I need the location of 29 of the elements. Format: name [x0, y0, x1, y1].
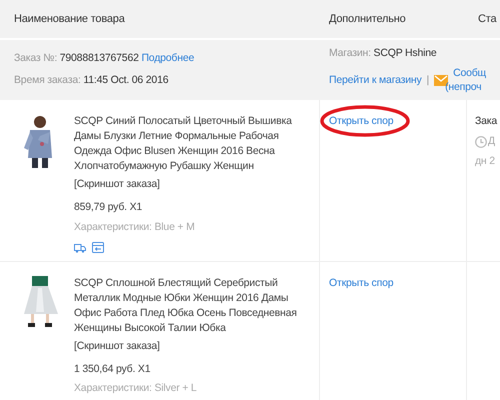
order-number-label: Заказ №: — [14, 52, 58, 64]
price: 1 350,64 руб. X1 — [74, 362, 152, 376]
countdown-days: дн 2 — [475, 154, 500, 170]
product-title[interactable]: SCQP Синий Полосатый Цветочный Вышивка Дамы Блузки Летние Формальные Рабочая Одежда Офис Blusen Женщин 2016 Весна Хлопчатобумажную Рубашку Женщин — [74, 114, 318, 174]
column-header: Наименование товара — [13, 12, 126, 27]
column-header: Ста — [477, 12, 498, 27]
screenshot-link[interactable]: [Скриншот заказа] — [74, 177, 318, 192]
product-title[interactable]: SCQP Сплошной Блестящий Серебристый Металлик Модные Юбки Женщин 2016 Дамы Офис Работа Плед Юбка Осень Повседневная Женщины Высокой Талии Юбка — [74, 276, 318, 336]
separator: | — [426, 72, 430, 88]
status-text: Зака — [475, 114, 498, 129]
specs: Характеристики: Blue + M — [74, 220, 196, 235]
clock-icon — [475, 136, 487, 148]
return-box-icon[interactable] — [92, 242, 104, 252]
price: 859,79 руб. X1 — [74, 200, 144, 215]
countdown-label: Д — [488, 134, 495, 149]
order-number: 79088813767562 — [60, 52, 139, 64]
screenshot-link[interactable]: [Скриншот заказа] — [74, 338, 318, 354]
store-link[interactable]: Перейти к магазину — [329, 72, 422, 88]
column-header: Дополнительно — [328, 12, 407, 27]
details-link[interactable]: Подробнее — [141, 52, 194, 64]
order-time: 11:45 Oct. 06 2016 — [83, 74, 168, 86]
store-name: SCQP Hshine — [374, 46, 437, 59]
dispute-link[interactable]: Открыть спор — [329, 276, 394, 288]
order-time-label: Время заказа: — [14, 74, 81, 86]
message-note: (непроч — [445, 80, 482, 94]
truck-icon[interactable] — [74, 242, 86, 252]
specs: Характеристики: Silver + L — [74, 381, 198, 396]
store-label: Магазин: — [329, 46, 371, 59]
message-link[interactable]: Сообщ — [453, 66, 486, 80]
